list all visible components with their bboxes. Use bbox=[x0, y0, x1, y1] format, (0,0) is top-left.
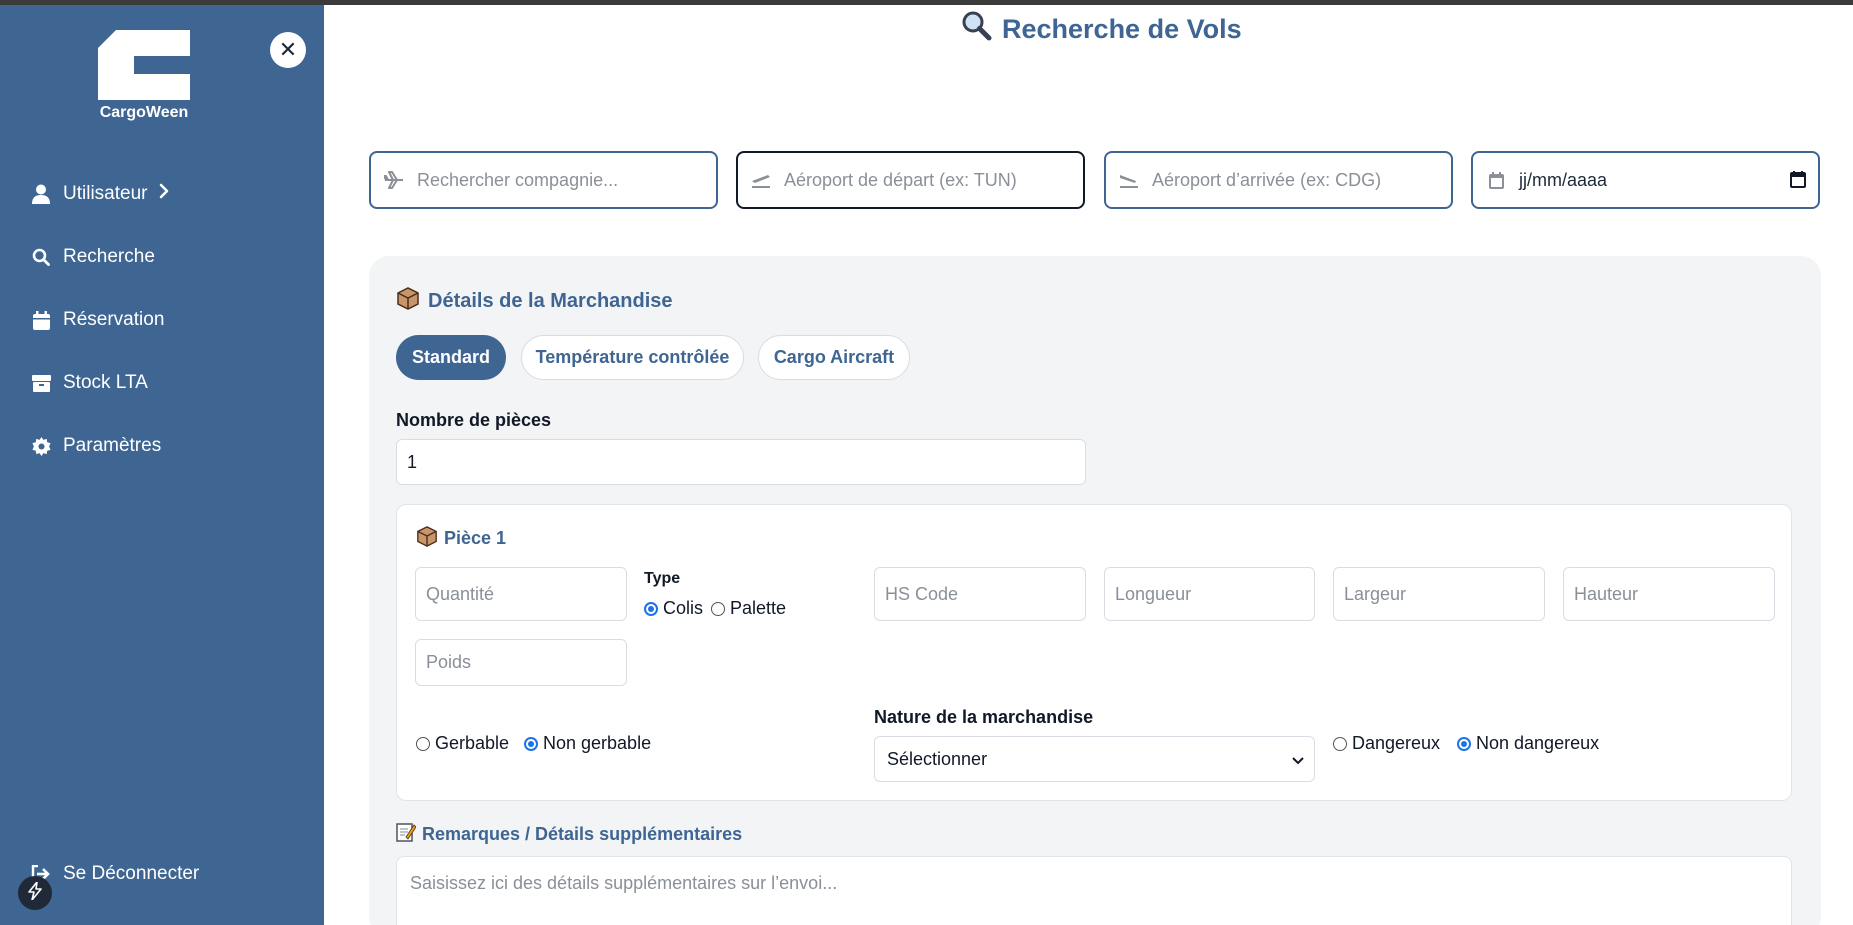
calendar-icon bbox=[30, 309, 52, 331]
radio-label: Gerbable bbox=[435, 733, 510, 753]
radio-label: Dangereux bbox=[1352, 733, 1441, 753]
memo-icon bbox=[396, 822, 417, 847]
brand-logo-icon bbox=[98, 30, 190, 100]
date-field[interactable]: jj/mm/aaaa bbox=[1471, 151, 1820, 209]
pieces-input[interactable]: 1 bbox=[396, 439, 1086, 485]
tab-cargo-aircraft[interactable]: Cargo Aircraft bbox=[758, 335, 910, 380]
sidebar-item-label: Réservation bbox=[63, 309, 165, 330]
close-icon: ✕ bbox=[278, 37, 298, 62]
package-icon bbox=[416, 525, 438, 552]
sidebar-item-label: Stock LTA bbox=[63, 372, 148, 393]
pieces-label: Nombre de pièces bbox=[396, 410, 552, 430]
close-sidebar-button[interactable]: ✕ bbox=[270, 32, 306, 68]
length-field[interactable]: Longueur bbox=[1104, 567, 1315, 621]
radio-unchecked-icon bbox=[416, 736, 430, 751]
departure-airport[interactable] bbox=[736, 151, 1085, 209]
sidebar-item-reservation[interactable]: Réservation bbox=[30, 305, 164, 335]
user-icon bbox=[30, 183, 52, 205]
airplane-icon bbox=[383, 171, 405, 189]
company-search[interactable] bbox=[369, 151, 718, 209]
logout-label: Se Déconnecter bbox=[63, 863, 200, 884]
search-icon bbox=[30, 246, 52, 268]
merchandise-title-text: Détails de la Marchandise bbox=[428, 289, 673, 312]
dangereux-radio[interactable]: Dangereux bbox=[1333, 733, 1440, 754]
sidebar-item-label: Utilisateur bbox=[63, 183, 148, 204]
logout-button[interactable]: Se Déconnecter bbox=[30, 859, 199, 889]
type-palette-radio[interactable]: Palette bbox=[711, 598, 786, 619]
radio-label: Palette bbox=[730, 598, 787, 618]
tab-temperature-controlee[interactable]: Température contrôlée bbox=[521, 335, 744, 380]
sidebar-item-label: Recherche bbox=[63, 246, 155, 267]
height-field[interactable]: Hauteur bbox=[1563, 567, 1775, 621]
chevron-right-icon bbox=[159, 183, 169, 205]
piece-title-text: Pièce 1 bbox=[444, 528, 507, 548]
brand-name: CargoWeen bbox=[99, 104, 189, 121]
plane-departure-icon bbox=[750, 171, 772, 189]
non-gerbable-radio[interactable]: Non gerbable bbox=[524, 733, 651, 754]
type-label: Type bbox=[644, 570, 681, 587]
radio-label: Non dangereux bbox=[1476, 733, 1600, 753]
non-dangereux-radio[interactable]: Non dangereux bbox=[1457, 733, 1599, 754]
radio-unchecked-icon bbox=[1333, 736, 1347, 751]
sidebar-item-recherche[interactable]: Recherche bbox=[30, 242, 155, 272]
width-field[interactable]: Largeur bbox=[1333, 567, 1545, 621]
nature-select[interactable]: Sélectionner bbox=[874, 736, 1315, 782]
sidebar-item-stock-lta[interactable]: Stock LTA bbox=[30, 368, 148, 398]
quantity-field[interactable]: Quantité bbox=[415, 567, 627, 621]
sidebar-item-utilisateur[interactable]: Utilisateur bbox=[30, 179, 169, 209]
nature-label: Nature de la marchandise bbox=[874, 707, 1094, 727]
plane-arrival-icon bbox=[1118, 171, 1140, 189]
remarks-textarea[interactable]: Saisissez ici des détails supplémentaire… bbox=[396, 856, 1792, 925]
radio-checked-icon bbox=[644, 601, 658, 616]
sidebar: CargoWeen ✕ Utilisateur Recherche Réserv… bbox=[0, 0, 324, 925]
logo: CargoWeen bbox=[96, 30, 192, 122]
weight-field[interactable]: Poids bbox=[415, 639, 627, 686]
sidebar-item-parametres[interactable]: Paramètres bbox=[30, 431, 161, 461]
departure-airport-input[interactable] bbox=[784, 169, 1064, 191]
date-picker-icon[interactable] bbox=[1790, 171, 1806, 193]
tab-standard[interactable]: Standard bbox=[396, 335, 506, 380]
radio-checked-icon bbox=[524, 736, 538, 751]
type-colis-radio[interactable]: Colis bbox=[644, 598, 703, 619]
page-title-text: Recherche de Vols bbox=[1002, 14, 1242, 44]
window-top-edge bbox=[0, 0, 1853, 5]
chevron-down-icon bbox=[1292, 749, 1304, 770]
arrival-airport[interactable] bbox=[1104, 151, 1453, 209]
gerbable-radio[interactable]: Gerbable bbox=[416, 733, 509, 754]
arrival-airport-input[interactable] bbox=[1152, 169, 1432, 191]
merchandise-section-title: Détails de la Marchandise bbox=[396, 286, 673, 316]
box-icon bbox=[30, 372, 52, 394]
hs-code-field[interactable]: HS Code bbox=[874, 567, 1086, 621]
remarks-title-text: Remarques / Détails supplémentaires bbox=[422, 824, 743, 844]
company-search-input[interactable] bbox=[417, 169, 697, 191]
page-title: Recherche de Vols bbox=[960, 10, 1242, 49]
lightning-icon bbox=[28, 880, 42, 905]
calendar-icon bbox=[1485, 171, 1507, 189]
date-value: jj/mm/aaaa bbox=[1519, 169, 1608, 190]
remarks-title: Remarques / Détails supplémentaires bbox=[396, 822, 742, 847]
radio-checked-icon bbox=[1457, 736, 1471, 751]
package-icon bbox=[396, 286, 420, 316]
nature-select-value: Sélectionner bbox=[887, 748, 988, 769]
piece-title: Pièce 1 bbox=[416, 525, 506, 552]
sidebar-item-label: Paramètres bbox=[63, 435, 162, 456]
quick-action-button[interactable] bbox=[18, 876, 52, 910]
radio-label: Colis bbox=[663, 598, 704, 618]
gear-icon bbox=[30, 435, 52, 457]
radio-label: Non gerbable bbox=[543, 733, 652, 753]
radio-unchecked-icon bbox=[711, 601, 725, 616]
magnifier-icon bbox=[960, 10, 992, 49]
